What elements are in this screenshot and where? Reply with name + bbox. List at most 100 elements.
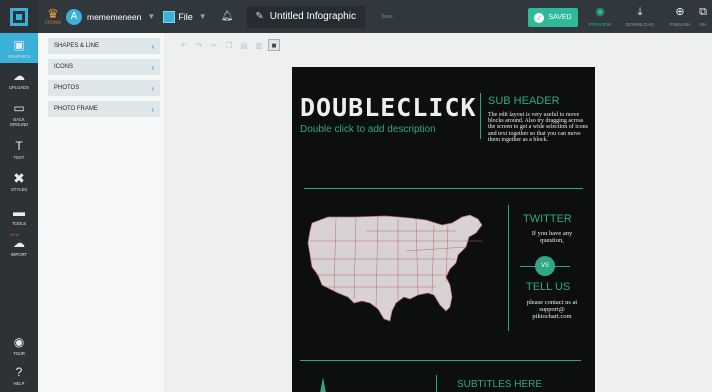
pencil-icon: ✎	[255, 11, 264, 22]
bottom-divider	[436, 375, 437, 392]
check-icon: ✓	[534, 12, 545, 23]
rail-tools[interactable]: ▬ TOOLS	[0, 205, 38, 226]
preview-button[interactable]: ◉ PREVIEW	[580, 5, 620, 31]
header-divider	[480, 93, 481, 139]
rail-label: HELP	[13, 381, 25, 386]
monitor-icon: ▭	[13, 101, 25, 115]
app-logo[interactable]	[0, 0, 38, 33]
chart-spike-shape[interactable]	[320, 377, 326, 392]
copy-icon[interactable]: ❐	[223, 39, 235, 51]
submenu-item-photos[interactable]: PHOTOS ›	[48, 80, 160, 97]
eye-icon: ◉	[595, 6, 605, 18]
submenu-label: PHOTOS	[54, 85, 80, 91]
subtitles-heading[interactable]: SUBTITLES HERE	[457, 379, 542, 390]
rail-text[interactable]: T TEXT	[0, 139, 38, 160]
avatar: A	[66, 8, 82, 25]
publish-label: PUBLISH	[669, 22, 691, 27]
logo-icon	[10, 7, 28, 26]
document-title-field[interactable]: ✎ Untitled Infographic	[247, 5, 366, 28]
crown-icon: ♛	[47, 5, 59, 21]
twitter-heading[interactable]: TWITTER	[523, 213, 572, 225]
saved-button[interactable]: ✓ SAVED	[528, 8, 578, 27]
rail-import[interactable]: ☁ IMPORT	[0, 236, 38, 257]
globe-icon: ⊕	[675, 6, 685, 18]
file-label: File	[178, 11, 193, 22]
bell-icon[interactable]: 🔔︎	[221, 11, 234, 22]
cross-tools-icon: ✖	[13, 170, 25, 186]
chevron-down-icon: ▼	[198, 12, 207, 21]
submenu-label: SHAPES & LINE	[54, 43, 100, 49]
share-button[interactable]: ⧉ SH	[694, 5, 712, 31]
undo-icon[interactable]: ↶	[178, 39, 190, 51]
preview-label: PREVIEW	[588, 22, 612, 27]
rail-label: UPLOADS	[8, 85, 29, 90]
section-divider-top	[304, 188, 583, 189]
cloud-import-icon: ☁	[13, 236, 25, 250]
rail-label: BACK GROUND	[9, 117, 29, 127]
submenu-item-icons[interactable]: ICONS ›	[48, 59, 160, 76]
usa-map[interactable]	[306, 211, 486, 325]
infographic-title[interactable]: DOUBLECLICK	[300, 93, 477, 122]
contact-circle-badge[interactable]: VS	[535, 256, 555, 276]
rail-label: IMPORT	[10, 252, 28, 257]
cut-icon[interactable]: ✂	[208, 39, 220, 51]
tell-us-text[interactable]: please contact us at support@ piktochart…	[522, 299, 582, 320]
user-menu[interactable]: A mememeneen ▼	[66, 0, 155, 33]
crown-label: CROWN	[45, 19, 61, 25]
paste-icon[interactable]: ▤	[238, 39, 250, 51]
chevron-right-icon: ›	[151, 104, 154, 114]
upgrade-crown[interactable]: ♛ CROWN	[44, 6, 62, 28]
rail-uploads[interactable]: ☁ UPLOADS	[0, 69, 38, 90]
rail-background[interactable]: ▭ BACK GROUND	[0, 101, 38, 127]
rail-tour[interactable]: ◉ TOUR	[0, 335, 38, 356]
tell-us-heading[interactable]: TELL US	[526, 281, 570, 293]
rail-label: STYLES	[10, 187, 28, 192]
submenu-label: ICONS	[54, 64, 74, 70]
chevron-down-icon: ▼	[147, 12, 156, 21]
text-icon: T	[15, 139, 23, 153]
document-title: Untitled Infographic	[269, 11, 356, 22]
left-rail: ▣ GRAPHICS ☁ UPLOADS ▭ BACK GROUND T TEX…	[0, 33, 38, 392]
cloud-upload-icon: ☁	[13, 69, 25, 83]
rail-help[interactable]: ? HELP	[0, 365, 38, 386]
delete-icon[interactable]: ▥	[253, 39, 265, 51]
file-icon	[163, 10, 176, 23]
username: mememeneen	[87, 11, 142, 22]
chevron-right-icon: ›	[151, 41, 154, 51]
submenu-item-shapes-line[interactable]: SHAPES & LINE ›	[48, 38, 160, 55]
sub-header[interactable]: SUB HEADER	[488, 95, 560, 107]
tour-icon: ◉	[13, 335, 25, 349]
edit-toolbar: ↶ ↷ ✂ ❐ ▤ ▥ ■	[178, 38, 283, 52]
chevron-right-icon: ›	[151, 83, 154, 93]
top-bar: ♛ CROWN A mememeneen ▼ File ▼ 🔔︎ ✎ Untit…	[0, 0, 712, 33]
app-window: ♛ CROWN A mememeneen ▼ File ▼ 🔔︎ ✎ Untit…	[0, 0, 712, 392]
infographic-description[interactable]: Double click to add description	[300, 124, 436, 135]
submenu-item-photo-frame[interactable]: PHOTO FRAME ›	[48, 101, 160, 118]
section-divider-bottom	[300, 360, 581, 361]
contact-divider	[508, 205, 509, 331]
group-icon[interactable]: ■	[268, 39, 280, 51]
body-text[interactable]: The edit layout is very useful to move b…	[488, 112, 590, 143]
infographic-canvas[interactable]: DOUBLECLICK Double click to add descript…	[292, 67, 595, 392]
download-button[interactable]: ⤓ DOWNLOAD	[620, 5, 660, 31]
download-label: DOWNLOAD	[625, 22, 655, 27]
share-icon: ⧉	[699, 6, 707, 18]
submenu-label: PHOTO FRAME	[54, 106, 98, 112]
chevron-right-icon: ›	[151, 62, 154, 72]
rail-label: TOUR	[13, 351, 25, 356]
rail-styles[interactable]: ✖ STYLES	[0, 171, 38, 192]
picture-icon: ▣	[13, 37, 25, 52]
rail-graphics[interactable]: ▣ GRAPHICS	[0, 33, 38, 63]
redo-icon[interactable]: ↷	[193, 39, 205, 51]
save-state-hint: Save	[381, 13, 393, 20]
download-icon: ⤓	[637, 6, 643, 18]
share-label: SH	[699, 22, 707, 27]
rail-label: GRAPHICS	[8, 53, 30, 59]
rail-label: TOOLS	[11, 221, 27, 226]
rail-label: TEXT	[13, 155, 25, 160]
graphics-submenu: SHAPES & LINE › ICONS › PHOTOS › PHOTO F…	[38, 33, 164, 392]
twitter-text[interactable]: If you have any question,	[522, 230, 582, 244]
toolbox-icon: ▬	[13, 205, 25, 219]
file-menu[interactable]: File ▼	[163, 10, 207, 23]
help-icon: ?	[15, 365, 23, 379]
